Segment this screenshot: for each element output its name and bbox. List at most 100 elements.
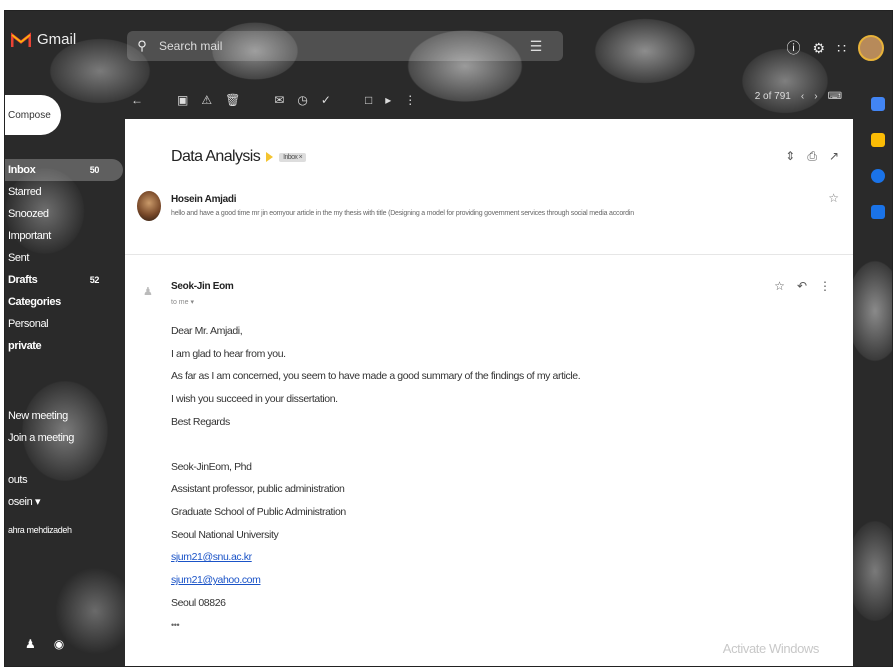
sidebar-item-label: Sent <box>8 252 30 264</box>
hangouts-header: outs <box>5 469 123 491</box>
inbox-label-chip[interactable]: Inbox × <box>279 152 307 162</box>
gear-icon[interactable]: ⚙ <box>813 40 826 57</box>
search-input[interactable] <box>157 38 521 54</box>
pager: 2 of 791 ‹ › ⌨ <box>755 91 842 102</box>
sidebar-item-snoozed[interactable]: Snoozed <box>5 203 123 225</box>
thread-subject: Data Analysis Inbox × <box>171 148 307 166</box>
message-body: Dear Mr. Amjadi, I am glad to hear from … <box>171 320 581 637</box>
sidebar-nav: Inbox 50 Starred Snoozed Important Sent … <box>5 159 123 541</box>
search-options-icon[interactable]: ☰ <box>521 38 551 55</box>
sidebar-item-label: private <box>8 340 42 352</box>
sidebar-item-inbox[interactable]: Inbox 50 <box>5 159 123 181</box>
newer-chevron-icon[interactable]: ‹ <box>801 91 804 102</box>
signature-address: Seoul 08826 <box>171 596 226 609</box>
new-meeting-link[interactable]: New meeting <box>5 405 123 427</box>
sidebar-item-label: Inbox <box>8 164 36 176</box>
hangouts-bottom-icons: ♟ ◉ <box>25 637 64 651</box>
draft-count: 52 <box>89 275 100 285</box>
pager-text: 2 of 791 <box>754 91 791 102</box>
chevron-down-icon: ▾ <box>34 496 41 508</box>
open-new-window-icon[interactable]: ↗ <box>829 149 839 164</box>
show-trimmed-content-button[interactable]: ••• <box>171 614 580 637</box>
delete-icon[interactable]: 🗑 <box>225 93 240 107</box>
sender-name: Seok-Jin Eom <box>171 281 234 292</box>
signature-school: Graduate School of Public Administration <box>171 505 346 518</box>
person-icon[interactable]: ♟ <box>25 637 36 651</box>
more-vert-icon[interactable]: ⋮ <box>819 279 831 293</box>
sidebar-item-label: Starred <box>8 186 42 198</box>
body-greeting: Dear Mr. Amjadi, <box>171 325 243 337</box>
reply-icon[interactable]: ↶ <box>797 279 807 293</box>
back-arrow-icon[interactable]: ← <box>131 93 143 107</box>
sidebar-item-private[interactable]: private <box>5 335 123 357</box>
snooze-icon[interactable]: ◷ <box>297 93 307 107</box>
move-to-icon[interactable]: □ <box>365 93 372 107</box>
signature-university: Seoul National University <box>171 528 279 541</box>
report-spam-icon[interactable]: ⚠ <box>201 93 212 107</box>
top-bar: Gmail ⚲ ☰ ⓘ ⚙ ∷ <box>5 11 892 75</box>
keep-icon[interactable] <box>871 133 885 147</box>
sidebar-item-personal[interactable]: Personal <box>5 313 123 335</box>
compose-label: Compose <box>8 109 51 121</box>
apps-grid-icon[interactable]: ∷ <box>837 40 846 57</box>
add-task-icon[interactable]: ✓ <box>321 93 331 107</box>
gmail-logo[interactable]: Gmail <box>11 31 76 48</box>
activate-windows-watermark: Activate Windows <box>722 641 820 656</box>
body-line: I am glad to hear from you. <box>171 347 286 360</box>
compose-button[interactable]: Compose <box>5 95 61 135</box>
tasks-icon[interactable] <box>871 169 885 183</box>
location-pin-icon[interactable]: ◉ <box>54 637 64 651</box>
recipient-details[interactable]: to me ▾ <box>171 298 194 306</box>
hangouts-user[interactable]: osein ▾ <box>5 491 123 513</box>
label-icon[interactable]: ▸ <box>385 93 391 107</box>
sidebar-item-starred[interactable]: Starred <box>5 181 123 203</box>
sidebar-item-categories[interactable]: Categories <box>5 291 123 313</box>
important-marker-icon[interactable] <box>266 152 274 162</box>
print-icon[interactable]: ⎙ <box>807 149 817 164</box>
more-options-icon[interactable]: ⋮ <box>404 93 416 107</box>
body-line: As far as I am concerned, you seem to ha… <box>171 370 581 383</box>
sender-name: Hosein Amjadi <box>171 194 237 205</box>
email-link[interactable]: sjum21@yahoo.com <box>171 574 261 586</box>
message-divider <box>125 254 853 255</box>
join-meeting-label: Join a meeting <box>8 432 74 444</box>
expand-collapse-icon[interactable]: ⇕ <box>785 149 795 164</box>
sidebar-item-drafts[interactable]: Drafts 52 <box>5 269 123 291</box>
sidebar-item-label: Important <box>8 230 51 242</box>
older-chevron-icon[interactable]: › <box>814 91 817 102</box>
sidebar-item-label: Personal <box>8 318 49 330</box>
gmail-m-icon <box>11 31 31 48</box>
sidebar-item-important[interactable]: Important <box>5 225 123 247</box>
unread-count: 50 <box>89 165 100 175</box>
help-icon[interactable]: ⓘ <box>787 38 801 58</box>
mark-unread-icon[interactable]: ✉ <box>274 93 284 107</box>
sidebar-item-label: Drafts <box>8 274 38 286</box>
app-name: Gmail <box>37 31 77 48</box>
archive-icon[interactable]: ▣ <box>177 93 188 107</box>
keyboard-icon[interactable]: ⌨ <box>828 91 842 102</box>
star-icon[interactable]: ☆ <box>828 191 839 205</box>
default-avatar-icon: ♟ <box>143 286 153 298</box>
reading-pane: Data Analysis Inbox × ⇕ ⎙ ↗ Hosein Amjad… <box>125 119 853 666</box>
search-bar[interactable]: ⚲ ☰ <box>127 31 563 61</box>
thread-actions: ⇕ ⎙ ↗ <box>785 149 839 164</box>
search-icon[interactable]: ⚲ <box>127 38 157 54</box>
message-snippet: hello and have a good time mr jin eomyou… <box>171 210 634 217</box>
sidebar-item-label: Categories <box>8 296 61 308</box>
join-meeting-link[interactable]: Join a meeting <box>5 427 123 449</box>
contacts-icon[interactable] <box>871 205 885 219</box>
hangouts-header-label: outs <box>8 474 28 486</box>
body-line: I wish you succeed in your dissertation. <box>171 393 338 406</box>
hangouts-contact[interactable]: ahra mehdizadeh <box>5 519 123 541</box>
account-avatar[interactable] <box>858 35 884 61</box>
top-right-icons: ⓘ ⚙ ∷ <box>787 35 884 61</box>
hangouts-user-label: osein <box>8 496 33 508</box>
calendar-icon[interactable] <box>871 97 885 111</box>
signature-title: Assistant professor, public administrati… <box>171 483 345 496</box>
collapsed-message[interactable]: Hosein Amjadi hello and have a good time… <box>137 189 843 239</box>
hangouts-contact-label: ahra mehdizadeh <box>8 525 72 535</box>
sidebar-item-sent[interactable]: Sent <box>5 247 123 269</box>
sidebar-item-label: Snoozed <box>8 208 49 220</box>
email-link[interactable]: sjum21@snu.ac.kr <box>171 551 252 563</box>
star-icon[interactable]: ☆ <box>774 279 785 293</box>
